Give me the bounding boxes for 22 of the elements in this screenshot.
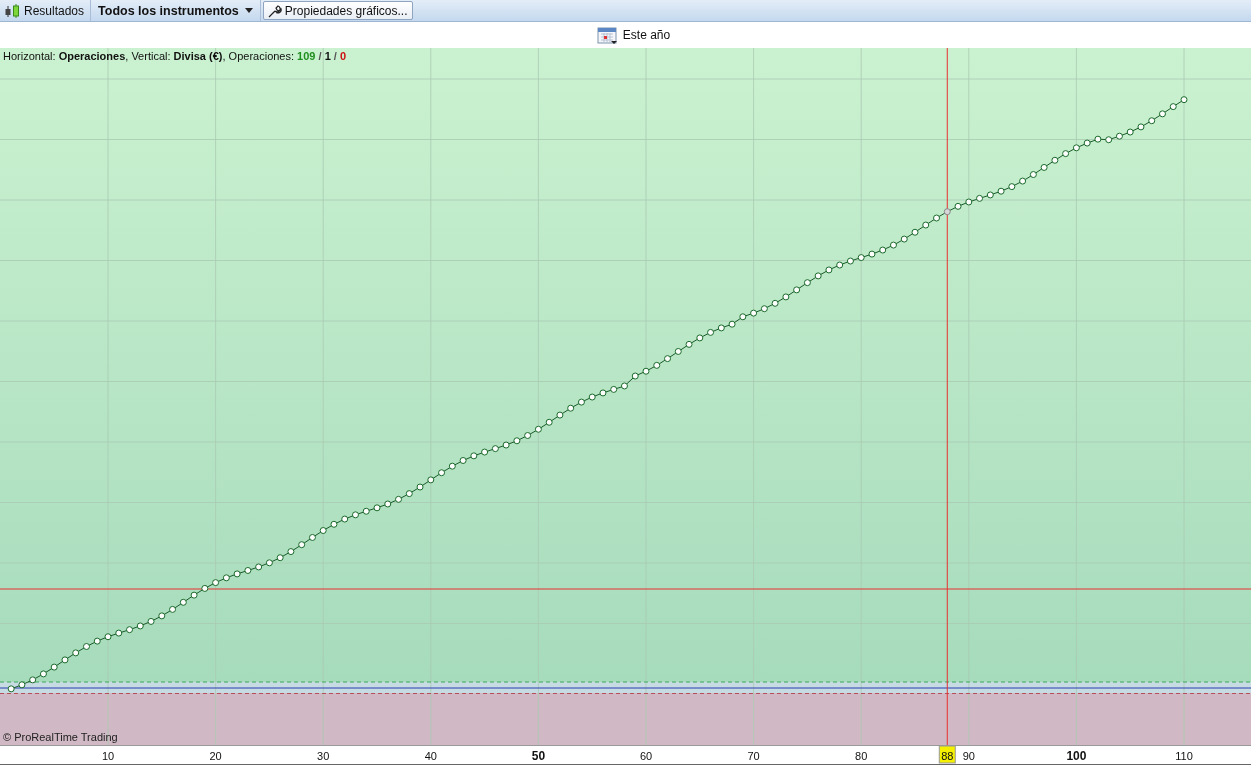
- axis-label: 30: [317, 750, 330, 762]
- chart-info-text: Horizontal: Operaciones, Vertical: Divisa (€), Operaciones: 109 / 1 / 0: [3, 50, 347, 62]
- axis-label: 90: [962, 750, 975, 762]
- candlestick-icon: [4, 3, 20, 18]
- axis-label: 50: [531, 749, 546, 763]
- wrench-icon: [267, 3, 282, 18]
- copyright-text: © ProRealTime Trading: [3, 731, 118, 743]
- calendar-icon: [596, 25, 618, 45]
- caret-icon: [244, 8, 253, 13]
- results-tab[interactable]: Resultados: [0, 0, 92, 21]
- axis-label: 70: [747, 750, 760, 762]
- axis-label: 10: [101, 750, 115, 762]
- axis-label: 20: [209, 750, 222, 762]
- axis-label: 80: [855, 750, 868, 762]
- axis-label: 110: [1175, 750, 1193, 762]
- chart-properties-button[interactable]: Propiedades gráficos...: [262, 1, 413, 20]
- period-selector[interactable]: Este año: [596, 25, 671, 45]
- axis-label: 40: [424, 750, 437, 762]
- axis-label: 60: [639, 750, 653, 762]
- instruments-dropdown[interactable]: Todos los instrumentos: [91, 0, 261, 21]
- cursor-label: 88: [938, 745, 956, 764]
- axis-label: 100: [1066, 749, 1087, 763]
